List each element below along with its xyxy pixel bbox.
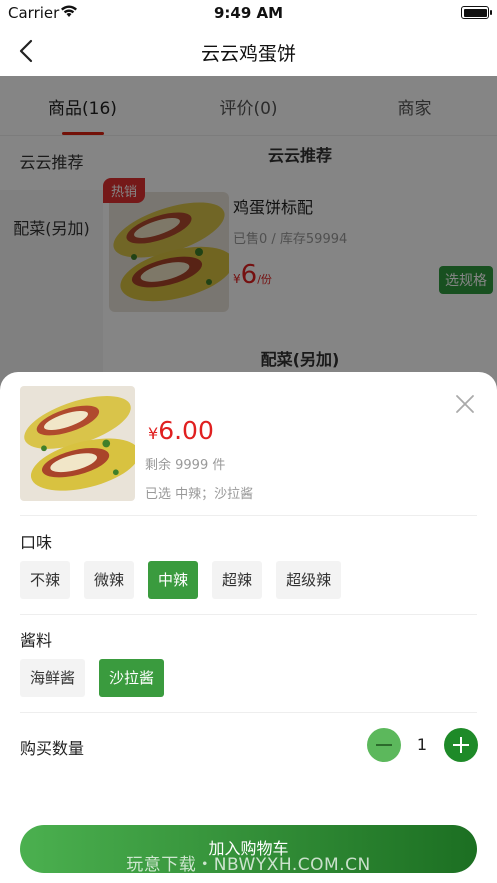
remaining-stock: 剩余 9999 件 (145, 458, 226, 473)
sauce-title: 酱料 (20, 631, 53, 650)
flavor-option-extra-hot[interactable]: 超级辣 (276, 561, 342, 599)
flavor-options: 不辣 微辣 中辣 超辣 超级辣 (20, 561, 342, 599)
quantity-increase-button[interactable] (444, 728, 478, 762)
divider (20, 712, 477, 713)
flavor-option-medium[interactable]: 中辣 (148, 561, 199, 599)
battery-icon (461, 6, 492, 19)
quantity-label: 购买数量 (20, 739, 85, 758)
watermark: 玩意下载・NBWYXH.COM.CN (126, 855, 371, 875)
sauce-options: 海鲜酱 沙拉酱 (20, 659, 165, 697)
status-bar: Carrier 9:49 AM (0, 0, 497, 26)
flavor-option-none[interactable]: 不辣 (20, 561, 71, 599)
flavor-title: 口味 (20, 533, 53, 552)
clock: 9:49 AM (213, 4, 284, 22)
sheet-price-value: 6.00 (158, 416, 214, 445)
divider (20, 515, 477, 516)
selected-summary: 已选 中辣；沙拉酱 (145, 487, 254, 502)
quantity-decrease-button[interactable] (367, 728, 401, 762)
sauce-option-salad[interactable]: 沙拉酱 (99, 659, 165, 697)
spec-sheet: ¥6.00 剩余 9999 件 已选 中辣；沙拉酱 口味 不辣 微辣 中辣 超辣… (0, 372, 497, 883)
divider (20, 614, 477, 615)
sheet-product-image (20, 386, 135, 501)
sheet-price: ¥6.00 (148, 416, 214, 445)
flavor-option-hot[interactable]: 超辣 (212, 561, 263, 599)
close-icon[interactable] (455, 394, 475, 414)
flavor-option-mild[interactable]: 微辣 (84, 561, 135, 599)
nav-bar: 云云鸡蛋饼 (0, 26, 497, 76)
page-title: 云云鸡蛋饼 (200, 43, 296, 65)
sauce-option-seafood[interactable]: 海鲜酱 (20, 659, 86, 697)
quantity-value: 1 (416, 735, 428, 754)
sheet-price-currency: ¥ (148, 424, 159, 443)
